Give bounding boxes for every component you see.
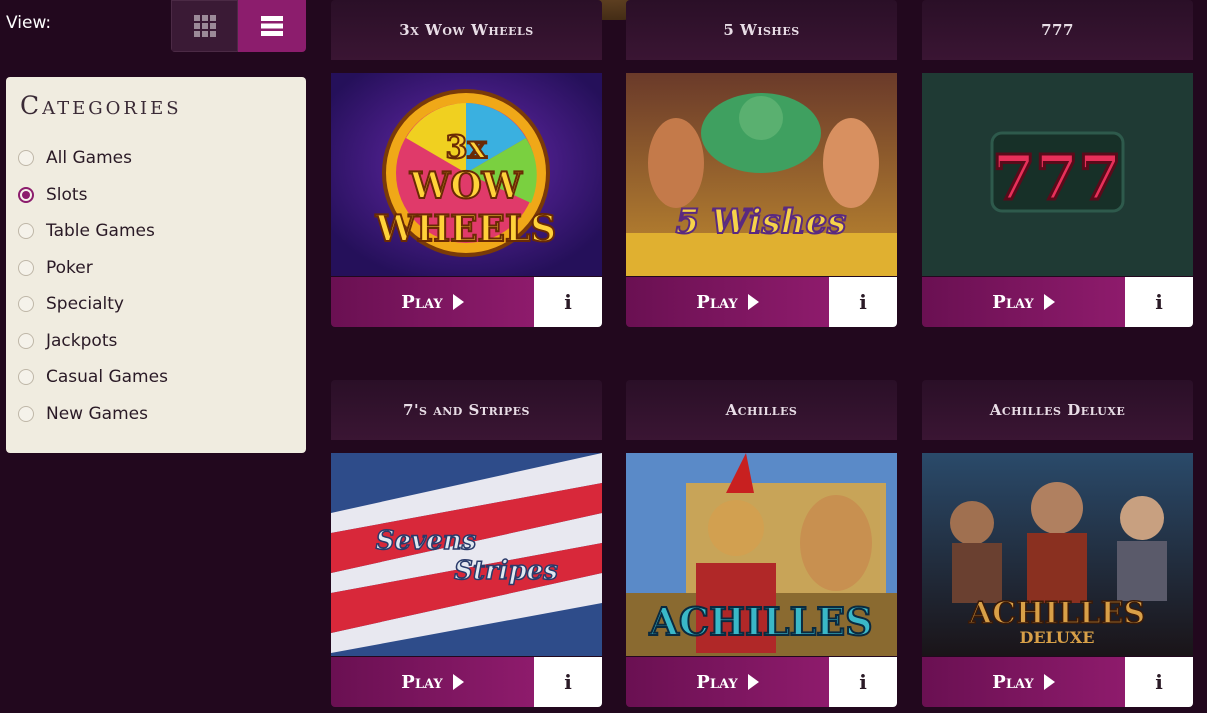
logo-line-1: 777	[992, 141, 1121, 214]
logo-line-1: ACHILLES	[648, 599, 872, 644]
play-triangle-icon	[452, 674, 464, 690]
game-title: Achilles Deluxe	[922, 380, 1193, 440]
logo-line-2: WOW	[409, 165, 523, 207]
logo-line-1: Sevens	[376, 526, 477, 556]
game-thumbnail[interactable]: 3x WOW WHEELS	[331, 73, 602, 276]
play-triangle-icon	[747, 674, 759, 690]
category-all-games[interactable]: All Games	[18, 148, 132, 168]
game-title: 777	[922, 0, 1193, 60]
logo-line-2: Stripes	[454, 556, 558, 586]
category-jackpots[interactable]: Jackpots	[18, 331, 117, 351]
play-triangle-icon	[1043, 674, 1055, 690]
play-label: Play	[401, 291, 443, 313]
logo-line-1: 5 Wishes	[676, 202, 847, 242]
info-button[interactable]: i	[534, 657, 602, 707]
logo-line-2: DELUXE	[1019, 628, 1094, 647]
category-specialty[interactable]: Specialty	[18, 294, 124, 314]
radio-icon[interactable]	[18, 333, 34, 349]
radio-icon[interactable]	[18, 223, 34, 239]
play-label: Play	[992, 671, 1034, 693]
card-actions: Play i	[922, 277, 1193, 327]
category-label: New Games	[46, 404, 148, 424]
radio-icon[interactable]	[18, 369, 34, 385]
play-button[interactable]: Play	[331, 277, 534, 327]
category-label: All Games	[46, 148, 132, 168]
play-label: Play	[696, 291, 738, 313]
logo-line-3: WHEELS	[375, 208, 557, 250]
category-casual-games[interactable]: Casual Games	[18, 367, 168, 387]
categories-panel: Categories All Games Slots Table Games P…	[6, 77, 306, 453]
play-button[interactable]: Play	[922, 277, 1125, 327]
play-triangle-icon	[452, 294, 464, 310]
info-button[interactable]: i	[829, 277, 897, 327]
card-actions: Play i	[331, 657, 602, 707]
radio-icon[interactable]	[18, 296, 34, 312]
info-button[interactable]: i	[829, 657, 897, 707]
category-new-games[interactable]: New Games	[18, 404, 148, 424]
game-thumbnail[interactable]: 5 Wishes	[626, 73, 897, 276]
category-label: Specialty	[46, 294, 124, 314]
list-view-button[interactable]	[238, 0, 306, 52]
play-label: Play	[401, 671, 443, 693]
info-button[interactable]: i	[534, 277, 602, 327]
game-title: Achilles	[626, 380, 897, 440]
category-slots[interactable]: Slots	[18, 185, 87, 205]
category-label: Jackpots	[46, 331, 118, 351]
game-title: 5 Wishes	[626, 0, 897, 60]
card-actions: Play i	[626, 657, 897, 707]
grid-icon	[193, 15, 216, 37]
card-actions: Play i	[922, 657, 1193, 707]
play-triangle-icon	[1043, 294, 1055, 310]
radio-icon[interactable]	[18, 150, 34, 166]
logo-line-1: ACHILLES	[968, 596, 1145, 631]
info-button[interactable]: i	[1125, 657, 1193, 707]
game-title: 3x Wow Wheels	[331, 0, 602, 60]
info-button[interactable]: i	[1125, 277, 1193, 327]
game-thumbnail[interactable]: ACHILLES	[626, 453, 897, 656]
radio-checked-icon[interactable]	[18, 187, 34, 203]
play-label: Play	[696, 671, 738, 693]
category-table-games[interactable]: Table Games	[18, 221, 155, 241]
radio-icon[interactable]	[18, 260, 34, 276]
game-thumbnail[interactable]: ACHILLES DELUXE	[922, 453, 1193, 656]
category-label: Table Games	[46, 221, 155, 241]
grid-view-button[interactable]	[171, 0, 238, 52]
play-button[interactable]: Play	[626, 657, 829, 707]
game-title: 7's and Stripes	[331, 380, 602, 440]
category-label: Slots	[46, 185, 88, 205]
category-poker[interactable]: Poker	[18, 258, 93, 278]
play-label: Play	[992, 291, 1034, 313]
category-label: Casual Games	[46, 367, 168, 387]
view-label: View:	[6, 13, 52, 33]
list-icon	[261, 16, 283, 36]
category-label: Poker	[46, 258, 93, 278]
play-button[interactable]: Play	[331, 657, 534, 707]
game-thumbnail[interactable]: Sevens Stripes	[331, 453, 602, 656]
game-thumbnail[interactable]: 777	[922, 73, 1193, 276]
play-button[interactable]: Play	[922, 657, 1125, 707]
play-button[interactable]: Play	[626, 277, 829, 327]
play-triangle-icon	[747, 294, 759, 310]
card-actions: Play i	[626, 277, 897, 327]
categories-title: Categories	[20, 91, 182, 120]
view-toggle	[171, 0, 306, 52]
radio-icon[interactable]	[18, 406, 34, 422]
logo-line-1: 3x	[445, 128, 487, 166]
card-actions: Play i	[331, 277, 602, 327]
